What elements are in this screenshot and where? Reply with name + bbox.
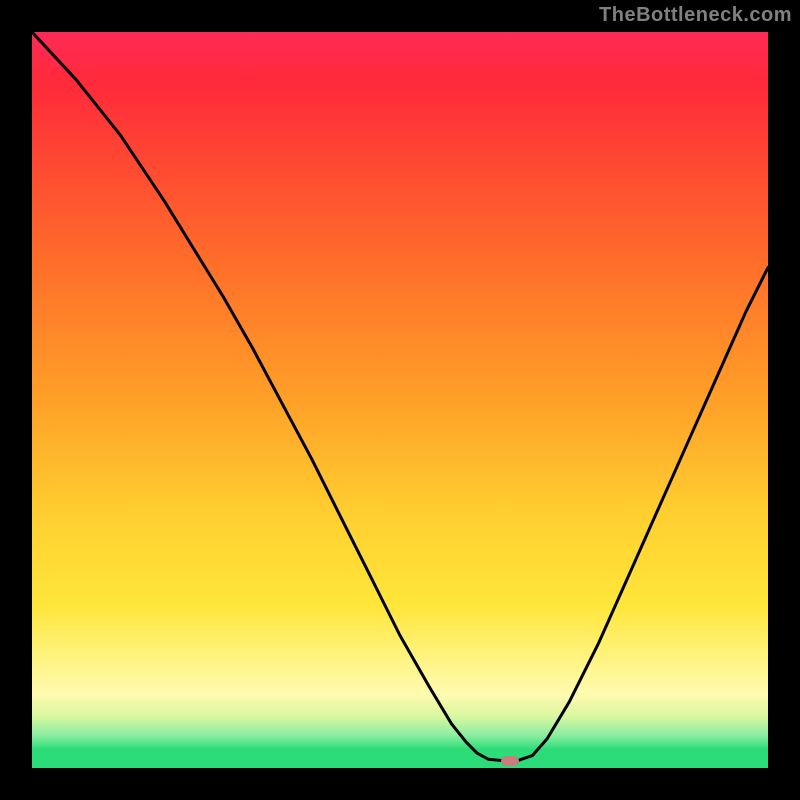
gradient-background xyxy=(32,32,768,768)
page-root: TheBottleneck.com xyxy=(0,0,800,800)
chart-svg xyxy=(32,32,768,768)
site-watermark: TheBottleneck.com xyxy=(599,4,792,27)
plot-area xyxy=(32,32,768,768)
optimal-marker xyxy=(501,756,519,766)
